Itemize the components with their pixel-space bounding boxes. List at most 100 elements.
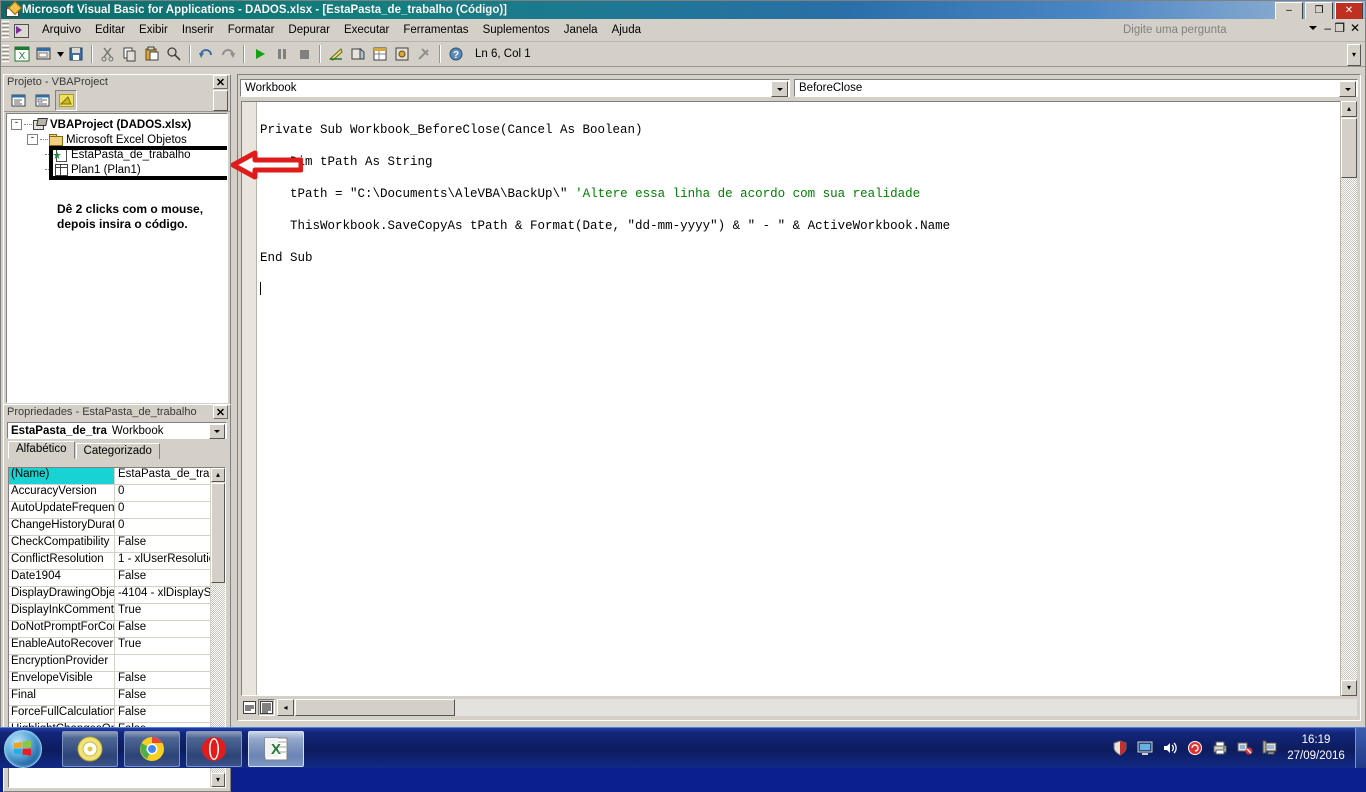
property-row-changehistoryduration[interactable]: ChangeHistoryDurati 0 (9, 519, 225, 536)
toolbox-icon[interactable] (413, 44, 435, 65)
code-scroll-track[interactable] (1341, 179, 1357, 679)
property-row-forcefullcalculation[interactable]: ForceFullCalculation False (9, 706, 225, 723)
printer-icon[interactable] (1212, 740, 1228, 756)
menu-executar[interactable]: Executar (337, 21, 396, 39)
object-dropdown-button[interactable] (771, 81, 788, 97)
menu-janela[interactable]: Janela (557, 21, 605, 39)
property-value[interactable]: True (115, 604, 225, 620)
taskbar-clock[interactable]: 16:19 27/09/2016 (1280, 732, 1352, 764)
tab-categorizado[interactable]: Categorizado (75, 443, 160, 459)
view-code-icon[interactable] (7, 89, 29, 111)
update-icon[interactable] (1187, 740, 1203, 756)
code-scroll-thumb[interactable] (1341, 118, 1357, 178)
tree-node-vbaproject[interactable]: - VBAProject (DADOS.xlsx) (7, 117, 227, 132)
menu-inserir[interactable]: Inserir (175, 21, 221, 39)
object-dropdown[interactable]: Workbook (240, 79, 790, 97)
code-scroll-down-button[interactable]: ▾ (1341, 680, 1357, 696)
menu-formatar[interactable]: Formatar (221, 21, 282, 39)
property-value[interactable]: 0 (115, 519, 225, 535)
taskbar-app-1[interactable] (62, 731, 118, 767)
toggle-folders-icon[interactable] (55, 89, 77, 111)
property-row-envelopevisible[interactable]: EnvelopeVisible False (9, 672, 225, 689)
volume-icon[interactable] (1162, 740, 1178, 756)
property-row-date1904[interactable]: Date1904 False (9, 570, 225, 587)
property-value[interactable]: False (115, 621, 225, 637)
tree-expander-icon-2[interactable]: - (27, 134, 38, 145)
start-button[interactable] (4, 730, 42, 768)
insert-userform-icon[interactable] (33, 44, 55, 65)
undo-icon[interactable] (195, 44, 217, 65)
property-row-final[interactable]: Final False (9, 689, 225, 706)
project-tree[interactable]: - VBAProject (DADOS.xlsx) - Microsoft Ex… (6, 113, 228, 403)
toolbar-overflow-button[interactable]: ▾ (1347, 44, 1361, 66)
code-horizontal-scrollbar[interactable]: ◂ (277, 699, 1357, 716)
property-value[interactable]: -4104 - xlDisplaySh (115, 587, 225, 603)
property-value[interactable]: False (115, 672, 225, 688)
property-row-name[interactable]: (Name) EstaPasta_de_trab (9, 468, 225, 485)
menu-ajuda[interactable]: Ajuda (605, 21, 648, 39)
properties-scroll-thumb[interactable] (211, 483, 225, 583)
full-module-view-icon[interactable] (258, 699, 275, 716)
code-margin-indicator[interactable] (242, 102, 257, 695)
view-excel-icon[interactable]: X (11, 44, 33, 65)
procedure-view-icon[interactable] (241, 699, 258, 716)
toolbar-gripper[interactable] (2, 45, 9, 63)
cut-icon[interactable] (97, 44, 119, 65)
property-row-accuracyversion[interactable]: AccuracyVersion 0 (9, 485, 225, 502)
property-value[interactable]: False (115, 536, 225, 552)
document-close-button[interactable]: ✕ (1350, 22, 1360, 34)
property-value[interactable]: 0 (115, 502, 225, 518)
properties-scroll-up-button[interactable]: ▴ (211, 468, 225, 482)
property-value[interactable]: 0 (115, 485, 225, 501)
properties-window-icon[interactable] (369, 44, 391, 65)
monitor-icon[interactable] (1137, 740, 1153, 756)
procedure-dropdown-button[interactable] (1339, 81, 1356, 97)
menu-depurar[interactable]: Depurar (281, 21, 337, 39)
help-icon[interactable]: ? (445, 44, 467, 65)
document-restore-button[interactable]: ❐ (1334, 22, 1345, 34)
break-icon[interactable] (271, 44, 293, 65)
window-restore-button[interactable]: ❐ (1305, 2, 1333, 20)
display-icon[interactable] (1262, 740, 1278, 756)
view-object-icon[interactable] (31, 89, 53, 111)
property-row-autoupdatefrequency[interactable]: AutoUpdateFrequen 0 (9, 502, 225, 519)
find-icon[interactable] (163, 44, 185, 65)
property-value[interactable]: EstaPasta_de_trab (115, 468, 225, 484)
redo-icon[interactable] (217, 44, 239, 65)
window-close-button[interactable]: ✕ (1335, 2, 1363, 20)
property-value[interactable]: False (115, 689, 225, 705)
tab-alfabetico[interactable]: Alfabético (8, 441, 75, 459)
procedure-dropdown[interactable]: BeforeClose (794, 79, 1358, 97)
document-minimize-button[interactable]: – (1324, 22, 1331, 34)
tree-node-estapasta-de-trabalho[interactable]: EstaPasta_de_trabalho (7, 147, 227, 162)
project-explorer-icon[interactable] (347, 44, 369, 65)
property-row-enableautorecover[interactable]: EnableAutoRecover True (9, 638, 225, 655)
property-row-donotpromptforconvert[interactable]: DoNotPromptForCon False (9, 621, 225, 638)
network-icon[interactable] (1237, 740, 1253, 756)
reset-icon[interactable] (293, 44, 315, 65)
menu-suplementos[interactable]: Suplementos (476, 21, 557, 39)
shield-icon[interactable] (1112, 740, 1128, 756)
project-explorer-close-button[interactable]: ✕ (213, 75, 228, 89)
properties-close-button[interactable]: ✕ (213, 405, 228, 419)
menu-arquivo[interactable]: Arquivo (35, 21, 88, 39)
properties-scroll-down-button[interactable]: ▾ (211, 773, 225, 787)
taskbar-app-2[interactable] (124, 731, 180, 767)
property-value[interactable]: False (115, 570, 225, 586)
code-text[interactable]: Private Sub Workbook_BeforeClose(Cancel … (260, 106, 1356, 330)
paste-icon[interactable] (141, 44, 163, 65)
code-editor[interactable]: Private Sub Workbook_BeforeClose(Cancel … (241, 101, 1357, 696)
code-hscroll-thumb[interactable] (295, 699, 455, 716)
property-row-displaydrawingobjects[interactable]: DisplayDrawingObjec -4104 - xlDisplaySh (9, 587, 225, 604)
object-browser-icon[interactable] (391, 44, 413, 65)
tree-expander-icon[interactable]: - (11, 119, 22, 130)
property-value[interactable]: True (115, 638, 225, 654)
ask-question-input[interactable]: Digite uma pergunta (1118, 21, 1303, 38)
taskbar-app-3[interactable] (186, 731, 242, 767)
toolbar-dropdown-icon[interactable] (55, 44, 65, 65)
property-row-checkcompatibility[interactable]: CheckCompatibility False (9, 536, 225, 553)
code-scroll-left-button[interactable]: ◂ (277, 699, 294, 716)
run-icon[interactable] (249, 44, 271, 65)
property-value[interactable] (115, 655, 225, 671)
code-scroll-up-button[interactable]: ▴ (1341, 101, 1357, 117)
